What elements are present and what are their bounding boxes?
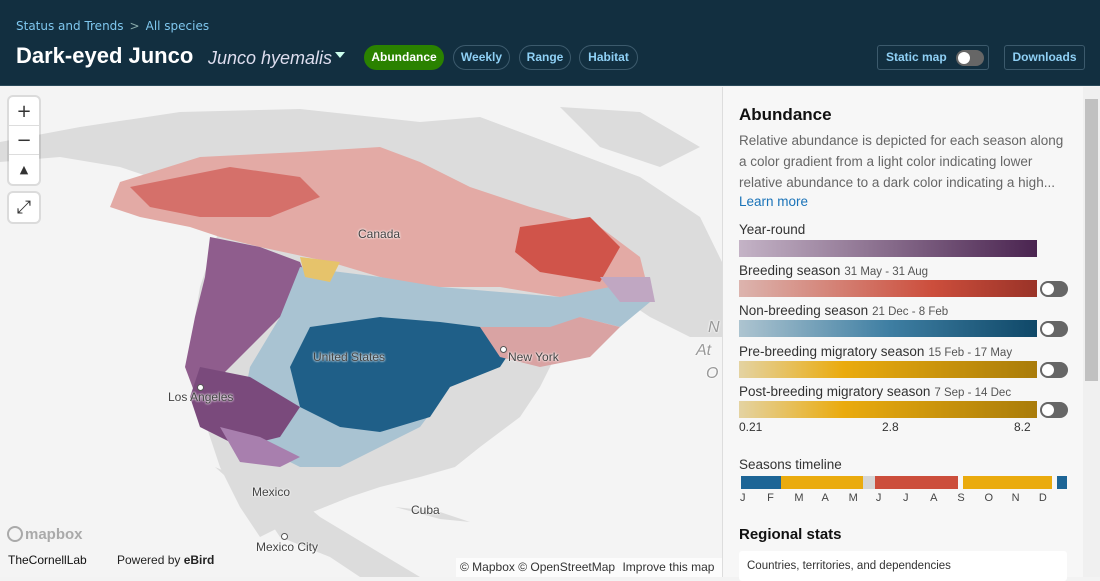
downloads-button[interactable]: Downloads	[1004, 45, 1085, 70]
zoom-in-button[interactable]: +	[9, 97, 39, 126]
map-canvas	[0, 107, 722, 577]
non-breeding-toggle[interactable]	[1040, 321, 1068, 337]
panel-scrollbar[interactable]	[1083, 87, 1100, 577]
pre-breeding-toggle[interactable]	[1040, 362, 1068, 378]
static-map-switch[interactable]	[956, 49, 985, 66]
tab-weekly[interactable]: Weekly	[453, 45, 510, 70]
scale-tick-mid: 2.8	[882, 420, 899, 434]
non-breeding-gradient	[739, 320, 1037, 337]
zoom-controls: + − ▲	[9, 97, 39, 184]
cornell-lab-logo[interactable]: TheCornellLab	[8, 553, 87, 567]
timeline-month-label: M	[848, 492, 858, 504]
species-dropdown-caret-icon[interactable]	[335, 52, 345, 58]
pre-breeding-gradient	[739, 361, 1037, 378]
learn-more-link[interactable]: Learn more	[739, 194, 808, 209]
header: Status and Trends > All species Dark-eyed …	[0, 0, 1100, 86]
static-map-label: Static map	[886, 50, 947, 64]
breadcrumb: Status and Trends > All species	[16, 19, 209, 33]
season-label-post-breeding: Post-breeding migratory season 7 Sep - 14…	[739, 384, 1012, 399]
timeline-month-label: A	[930, 492, 938, 504]
breeding-toggle[interactable]	[1040, 281, 1068, 297]
breeding-gradient	[739, 280, 1037, 297]
fullscreen-button[interactable]: ⤢	[9, 193, 39, 222]
tab-habitat[interactable]: Habitat	[579, 45, 638, 70]
timeline-month-label: J	[740, 492, 746, 504]
label-united-states: United States	[313, 350, 386, 364]
label-mexico-city: Mexico City	[256, 540, 319, 554]
page-title: Dark-eyed Junco	[16, 43, 194, 68]
timeline-title: Seasons timeline	[739, 457, 842, 472]
timeline-month-label: D	[1038, 492, 1047, 504]
timeline-month-label: J	[875, 492, 882, 504]
label-canada: Canada	[358, 227, 401, 241]
year-round-gradient	[739, 240, 1037, 257]
tab-abundance[interactable]: Abundance	[364, 45, 444, 70]
timeline-segment-breeding	[874, 476, 959, 489]
map[interactable]: + − ▲ ⤢ Canada United States New York Lo…	[0, 87, 722, 577]
label-ocean: N	[708, 319, 720, 336]
timeline-month-label: M	[794, 492, 804, 504]
post-breeding-gradient	[739, 401, 1037, 418]
timeline-month-label: A	[821, 492, 829, 504]
season-label-year-round: Year-round	[739, 222, 806, 237]
timeline-segment-pre-breeding	[781, 476, 864, 489]
breadcrumb-all-species[interactable]: All species	[146, 19, 210, 33]
zoom-out-button[interactable]: −	[9, 126, 39, 155]
timeline-month-label: J	[903, 492, 909, 504]
breadcrumb-separator: >	[129, 19, 140, 33]
season-label-breeding: Breeding season 31 May - 31 Aug	[739, 263, 929, 278]
powered-by-ebird[interactable]: Powered by eBird	[117, 553, 214, 567]
city-dot-icon	[281, 533, 288, 540]
fullscreen-control: ⤢	[9, 193, 39, 222]
scientific-name: Junco hyemalis	[208, 48, 333, 68]
panel-title: Abundance	[739, 105, 832, 124]
legend-panel: Abundance Relative abundance is depicted…	[722, 87, 1100, 581]
timeline-month-label: O	[984, 492, 994, 504]
mapbox-logo[interactable]: mapbox	[7, 526, 83, 543]
scale-tick-min: 0.21	[739, 420, 763, 434]
timeline-segment-gap	[863, 476, 875, 489]
improve-map-link[interactable]: Improve this map	[622, 560, 714, 574]
timeline-segment-non-breeding	[741, 476, 782, 489]
label-ocean: At	[696, 342, 712, 359]
panel-description: Relative abundance is depicted for each …	[739, 133, 1064, 190]
season-label-pre-breeding: Pre-breeding migratory season 15 Feb - 17…	[739, 344, 1013, 359]
timeline-month-label: S	[957, 492, 965, 504]
scrollbar-thumb[interactable]	[1085, 99, 1098, 381]
regional-stats-title: Regional stats	[739, 526, 842, 543]
breadcrumb-status-and-trends[interactable]: Status and Trends	[16, 19, 124, 33]
timeline-month-label: N	[1011, 492, 1020, 504]
timeline-segment-non-breeding	[1057, 476, 1067, 489]
label-new-york: New York	[508, 350, 559, 364]
label-mexico: Mexico	[252, 485, 291, 499]
attribution-text[interactable]: © Mapbox © OpenStreetMap	[460, 560, 615, 574]
city-dot-icon	[500, 346, 507, 353]
season-label-non-breeding: Non-breeding season 21 Dec - 8 Feb	[739, 303, 949, 318]
post-breeding-toggle[interactable]	[1040, 402, 1068, 418]
label-los-angeles: Los Angeles	[168, 390, 234, 404]
scale-tick-max: 8.2	[1014, 420, 1031, 434]
timeline-month-label: F	[767, 492, 774, 504]
attribution: © Mapbox © OpenStreetMap Improve this ma…	[456, 558, 722, 577]
label-cuba: Cuba	[411, 503, 440, 517]
timeline-segment-post-breeding	[963, 476, 1052, 489]
label-ocean: O	[706, 365, 719, 382]
static-map-toggle[interactable]: Static map	[877, 45, 989, 70]
tab-range[interactable]: Range	[519, 45, 571, 70]
compass-button[interactable]: ▲	[9, 155, 39, 184]
